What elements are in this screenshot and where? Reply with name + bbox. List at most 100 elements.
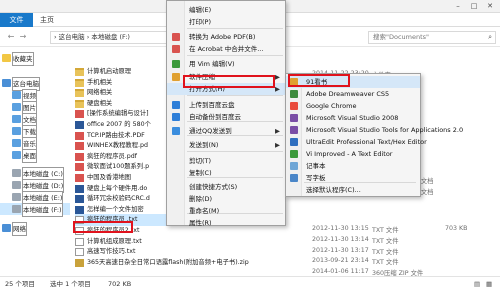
context-menu-label: 删除(D) [189,195,213,203]
chrome-icon [290,102,298,110]
ultraedit-icon [290,138,298,146]
open-with-item[interactable]: 选择默认程序(C)... [286,184,420,196]
qq-icon [172,127,180,135]
menu-separator [187,28,283,29]
file-type: TXT 文件 [372,238,399,245]
nav-item[interactable]: 本地磁盘 (D:) [0,179,70,193]
nav-item[interactable]: 这台电脑 [0,77,70,91]
file-date: 2013-09-21 23:14 [312,257,369,264]
nav-item[interactable]: 音乐 [0,137,70,151]
context-menu-item[interactable]: 打印(P) [167,16,285,28]
context-menu-item[interactable]: 在 Acrobat 中合并文件... [167,43,285,55]
forward-button[interactable]: → [18,32,28,42]
visual-studio-icon [290,114,298,122]
nav-item[interactable]: 桌面 [0,149,70,163]
nav-item-label: 收藏夹 [12,52,34,66]
context-menu-item[interactable]: 重命名(M) [167,205,285,217]
cloud-icon [172,101,180,109]
context-menu-item[interactable]: 删除(D) [167,193,285,205]
pdf-icon [75,163,84,172]
minimize-icon[interactable]: – [452,1,464,11]
nav-item[interactable]: 文档 [0,113,70,127]
context-menu-label: 剪切(T) [189,157,212,165]
search-icon[interactable]: ⌕ [488,32,492,43]
video-folder-icon [12,91,21,99]
open-with-label: Microsoft Visual Studio Tools for Applic… [306,126,464,134]
nav-item[interactable]: 本地磁盘 (E:) [0,191,70,205]
open-with-item[interactable]: Microsoft Visual Studio 2008 [286,112,420,124]
open-with-item[interactable]: Adobe Dreamweaver CS5 [286,88,420,100]
open-with-item[interactable]: Microsoft Visual Studio Tools for Applic… [286,124,463,136]
nav-item[interactable]: 网络 [0,222,70,236]
menu-separator [187,151,283,152]
large-icons-view-icon[interactable]: ▦ [486,277,492,291]
file-row[interactable]: 365天高速日杂全日常口语露flash(附加音频+电子书).zip [75,257,275,269]
nav-item[interactable]: 本地磁盘 (F:) [0,203,70,217]
txt-icon [75,237,84,246]
tab-file[interactable]: 文件 [0,13,33,27]
open-with-item[interactable]: Google Chrome [286,100,420,112]
drive-icon [12,169,21,177]
tab-home[interactable]: 主页 [40,13,54,27]
open-with-highlight [183,75,275,88]
folder-icon [75,89,84,98]
zip-icon [75,258,84,267]
context-menu-item[interactable]: 复制(C) [167,167,285,179]
star-icon [2,54,11,62]
nav-item[interactable]: 本地磁盘 (C:) [0,167,70,181]
open-with-item[interactable]: Vi Improved - A Text Editor [286,148,420,160]
nav-item[interactable]: 图片 [0,101,70,115]
context-menu-item[interactable]: 用 Vim 编辑(V) [167,58,285,70]
search-input[interactable]: 搜索"Documents" ⌕ [368,31,496,44]
context-menu-item[interactable]: 转换为 Adobe PDF(B) [167,31,285,43]
nav-item[interactable]: 收藏夹 [0,52,70,66]
submenu-arrow-icon: ▶ [275,127,280,135]
network-icon [2,224,11,232]
open-with-label: 记事本 [306,162,326,170]
context-menu-item[interactable]: 编辑(E) [167,4,285,16]
maximize-icon[interactable]: □ [468,1,480,11]
open-with-item[interactable]: 写字板 [286,172,420,184]
visual-studio-icon [290,126,298,134]
file-date: 2012-11-30 13:17 [312,247,369,254]
pdf-icon [75,142,84,151]
nav-item[interactable]: 下载 [0,125,70,139]
context-menu-label: 转换为 Adobe PDF(B) [189,33,256,41]
context-menu-item[interactable]: 通过QQ发送到 ▶ [167,125,285,137]
navigation-pane: 收藏夹 这台电脑 视频 图片 文档 下载 音乐 桌面 本地磁盘 (C:) 本地磁盘 (D:) 本地磁… [0,48,70,278]
pdf-icon [172,33,180,41]
drive-icon [12,193,21,201]
context-menu-label: 重命名(M) [189,207,220,215]
details-view-icon[interactable]: ▤ [474,277,480,291]
dreamweaver-icon [290,90,298,98]
menu-separator [187,55,283,56]
context-menu-item[interactable]: 属性(R) [167,217,285,229]
compress-icon [172,73,180,81]
open-with-item[interactable]: UltraEdit Professional Text/Hex Editor [286,136,427,148]
word-icon [75,205,84,214]
acrobat-icon [172,45,180,53]
address-path[interactable]: › 这台电脑 › 本地磁盘 (F:) [50,31,170,44]
nav-item-label: 网络 [12,222,27,236]
context-menu-item[interactable]: 自动备份到百度云 [167,111,285,123]
word-icon [75,195,84,204]
context-menu-item[interactable]: 发送到(N) ▶ [167,139,285,151]
selected-size: 702 KB [108,280,132,288]
item-count: 25 个项目 [5,280,35,288]
nav-item-label: 桌面 [22,149,37,163]
open-with-submenu: 91看书 Adobe Dreamweaver CS5 Google Chrome Mi… [285,73,463,197]
close-icon[interactable]: ✕ [484,1,496,11]
submenu-arrow-icon: ▶ [275,73,280,81]
context-menu-label: 编辑(E) [189,6,212,14]
back-button[interactable]: ← [6,32,16,42]
open-with-label: Vi Improved - A Text Editor [306,150,393,158]
folder-icon [75,68,84,76]
context-menu-item[interactable]: 剪切(T) [167,155,285,167]
nav-item[interactable]: 视频 [0,89,70,103]
menu-separator [187,95,283,96]
context-menu-label: 发送到(N) [189,141,219,149]
context-menu-item[interactable]: 上传到百度云盘 [167,99,285,111]
context-menu-item[interactable]: 创建快捷方式(S) [167,181,285,193]
open-with-item[interactable]: 记事本 [286,160,420,172]
file-type: TXT 文件 [372,249,399,256]
